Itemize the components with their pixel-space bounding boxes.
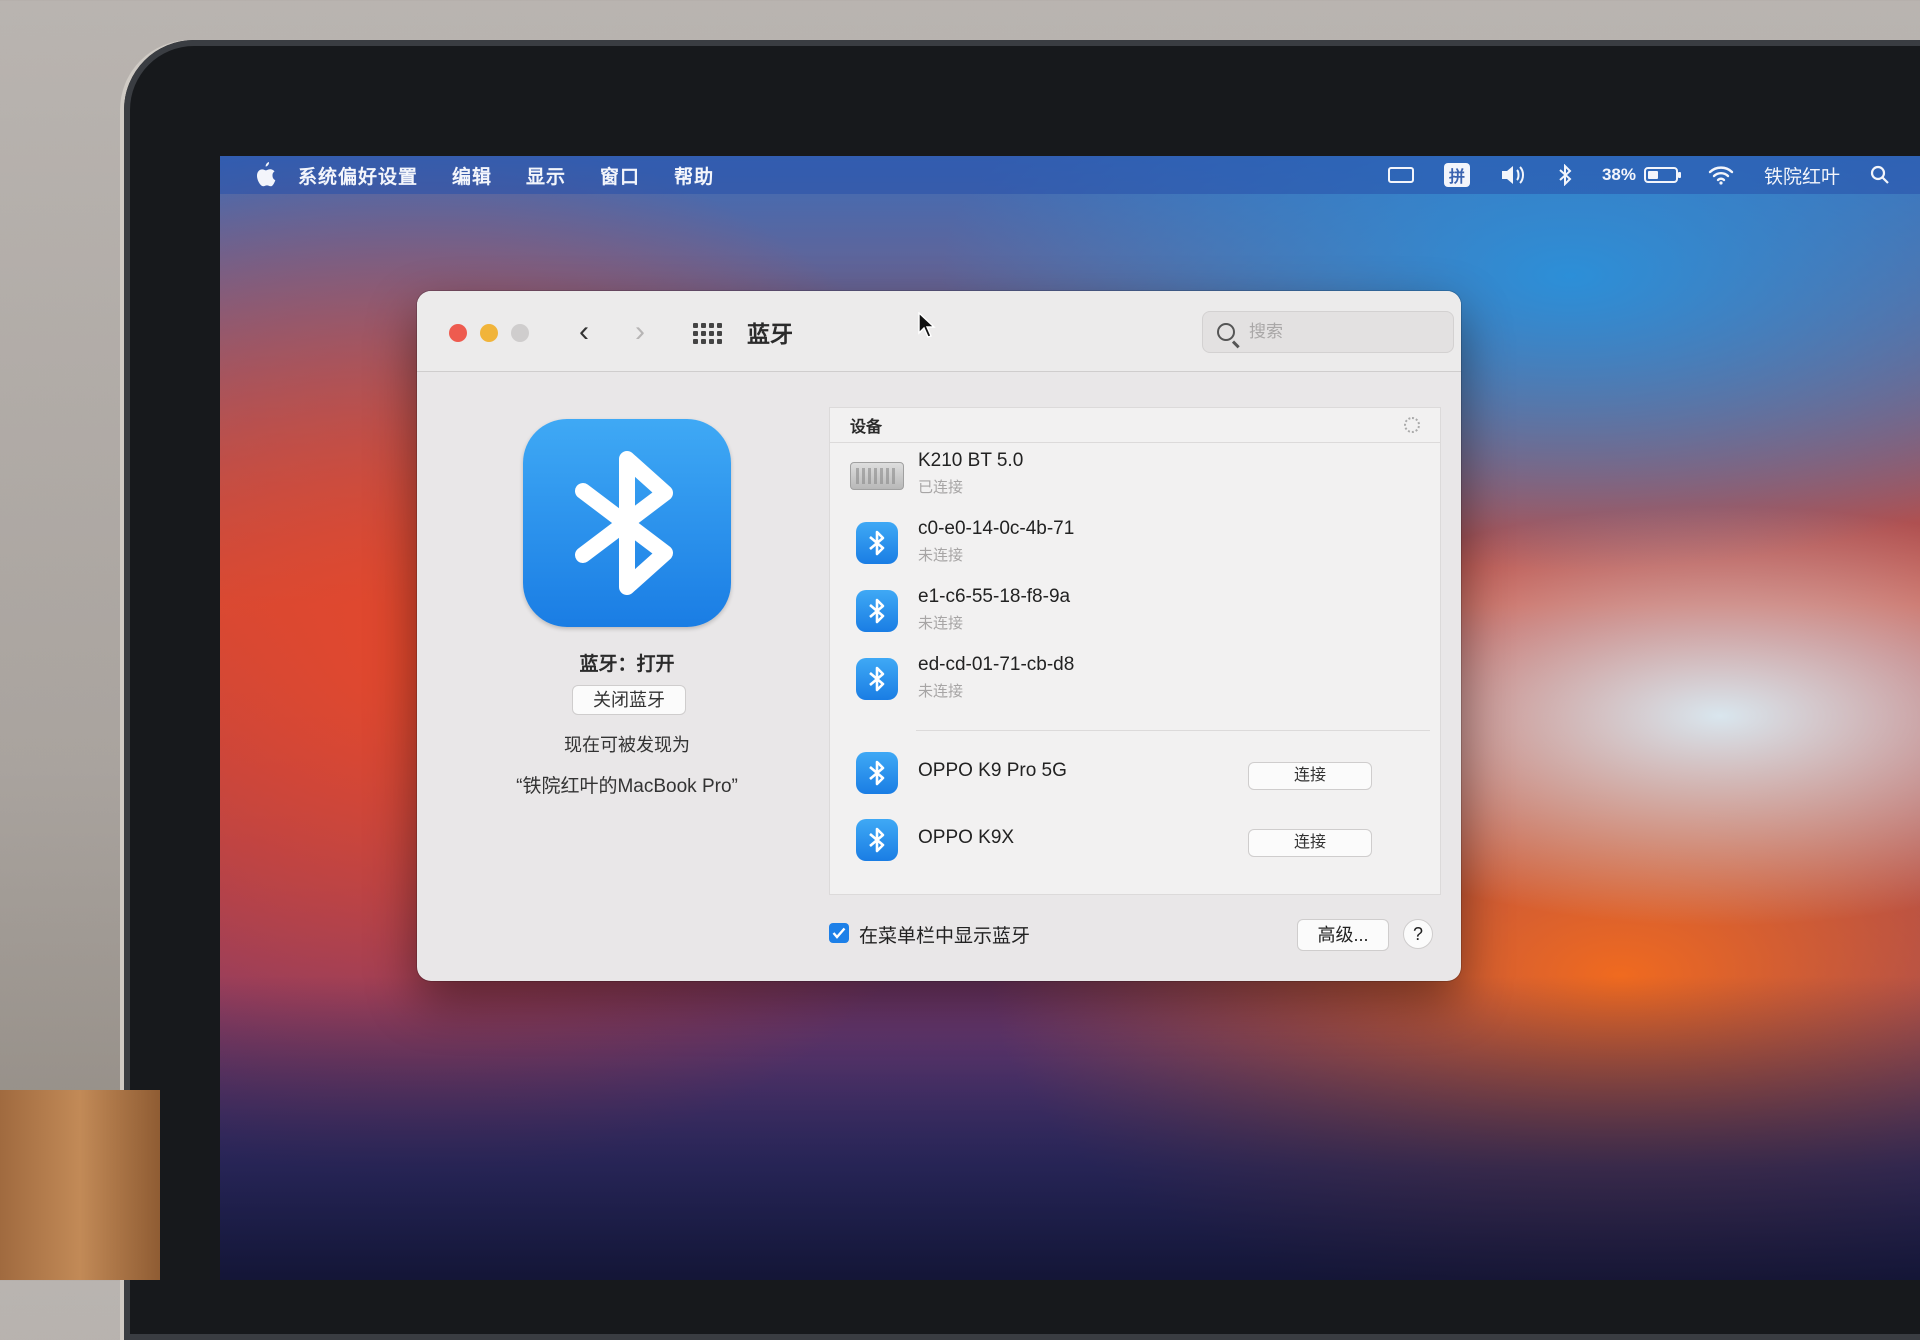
bluetooth-icon[interactable] [1558,164,1572,186]
device-status: 未连接 [918,683,964,700]
device-status: 已连接 [918,479,964,496]
menubar-status-area: 拼 38% 铁院红叶 [1387,156,1920,194]
bluetooth-large-icon [523,419,731,627]
bluetooth-icon [856,752,898,794]
nearby-device-row[interactable]: OPPO K9 Pro 5G 连接 [830,740,1440,800]
device-name: ed-cd-01-71-cb-d8 [918,654,1075,675]
device-row[interactable]: c0-e0-14-0c-4b-71 未连接 [830,510,1440,570]
zoom-button[interactable] [511,324,529,342]
keyboard-icon[interactable] [1387,167,1414,183]
menu-edit[interactable]: 编辑 [452,162,492,189]
nearby-device-row[interactable]: OPPO K9X 连接 [830,807,1440,867]
device-list: 设备 K210 BT 5.0 已连接 c0-e0-14-0c-4b-71 未连接… [829,407,1441,895]
table-surface [0,1090,160,1280]
connect-button[interactable]: 连接 [1248,762,1372,790]
menubar: 系统偏好设置 编辑 显示 窗口 帮助 拼 38% 铁院红叶 [220,156,1920,194]
bluetooth-icon [856,590,898,632]
search-field[interactable] [1202,311,1454,353]
minimize-button[interactable] [480,324,498,342]
loading-spinner-icon [1404,417,1420,433]
show-all-grid-icon[interactable] [693,323,723,344]
device-name: e1-c6-55-18-f8-9a [918,586,1071,607]
device-list-title: 设备 [850,419,883,436]
device-name: OPPO K9 Pro 5G [918,760,1067,781]
bluetooth-preferences-window: ‹ › 蓝牙 蓝牙：打开 关闭蓝牙 现在可被发现为 “铁院红叶的MacBook … [417,291,1461,981]
device-name: K210 BT 5.0 [918,450,1024,471]
bluetooth-icon [856,819,898,861]
device-list-header: 设备 [830,408,1440,443]
bluetooth-icon [856,658,898,700]
keyboard-icon [850,462,904,490]
device-status: 未连接 [918,615,964,632]
bluetooth-icon [856,522,898,564]
search-icon [1217,323,1235,341]
list-divider [916,730,1430,731]
apple-icon[interactable] [252,162,278,188]
menu-view[interactable]: 显示 [526,162,566,189]
computer-name: “铁院红叶的MacBook Pro” [516,776,738,797]
forward-chevron-icon[interactable]: › [635,315,645,349]
bluetooth-status: 蓝牙：打开 [579,654,675,675]
search-input[interactable] [1247,321,1431,343]
battery-fill [1647,171,1658,179]
connect-button[interactable]: 连接 [1248,829,1372,857]
show-in-menubar-checkbox[interactable] [829,923,849,943]
device-name: c0-e0-14-0c-4b-71 [918,518,1075,539]
battery-icon[interactable] [1643,167,1681,183]
menu-help[interactable]: 帮助 [674,162,714,189]
user-name[interactable]: 铁院红叶 [1764,162,1840,189]
device-row[interactable]: ed-cd-01-71-cb-d8 未连接 [830,646,1440,706]
menu-window[interactable]: 窗口 [600,162,640,189]
spotlight-search-icon[interactable] [1870,165,1890,185]
device-row[interactable]: e1-c6-55-18-f8-9a 未连接 [830,578,1440,638]
show-in-menubar-label[interactable]: 在菜单栏中显示蓝牙 [859,921,1030,948]
wallpaper-shade [220,976,1920,1280]
discoverable-label: 现在可被发现为 [564,735,690,755]
battery-percent: 38% [1601,165,1636,184]
device-row[interactable]: K210 BT 5.0 已连接 [830,442,1440,502]
device-name: OPPO K9X [918,827,1015,848]
device-status: 未连接 [918,547,964,564]
close-button[interactable] [449,324,467,342]
help-button[interactable]: ? [1403,919,1433,949]
input-method-icon[interactable]: 拼 [1443,163,1470,187]
volume-icon[interactable] [1500,164,1528,186]
advanced-button[interactable]: 高级... [1297,919,1389,951]
wifi-icon[interactable] [1708,165,1734,185]
menu-app-name[interactable]: 系统偏好设置 [298,162,418,189]
window-title: 蓝牙 [747,321,793,347]
turn-off-bluetooth-button[interactable]: 关闭蓝牙 [572,685,686,715]
back-chevron-icon[interactable]: ‹ [579,315,589,349]
titlebar: ‹ › 蓝牙 [417,291,1461,372]
